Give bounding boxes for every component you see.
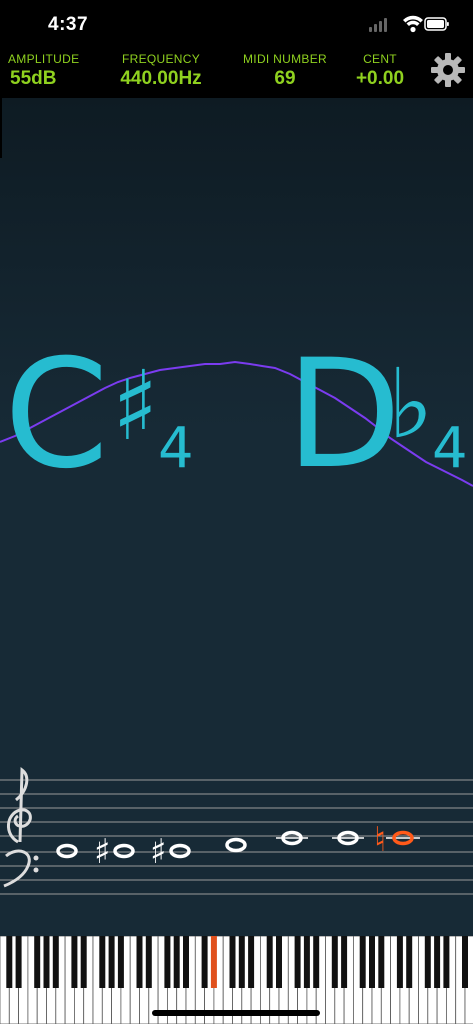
piano-black-key[interactable] (378, 936, 385, 988)
home-indicator (152, 1010, 320, 1016)
status-bar: 4:37 (0, 0, 473, 48)
piano-black-key[interactable] (52, 936, 59, 988)
piano-black-key[interactable] (369, 936, 375, 988)
settings-button[interactable] (430, 52, 466, 88)
piano-black-key[interactable] (183, 936, 189, 988)
primary-note-sharp: ♯ (112, 350, 159, 462)
piano-black-key[interactable] (434, 936, 441, 988)
staff-note (169, 843, 191, 859)
piano-black-key-active[interactable] (210, 936, 217, 988)
piano-black-key[interactable] (117, 936, 124, 988)
piano-black-key[interactable] (303, 936, 310, 988)
midi-label: MIDI NUMBER (243, 52, 327, 66)
piano-black-key[interactable] (6, 936, 13, 988)
secondary-note-letter: D (286, 328, 402, 502)
treble-clef-icon (7, 767, 32, 844)
piano-black-key[interactable] (406, 936, 413, 988)
piano-black-key[interactable] (43, 936, 50, 988)
battery-icon (424, 17, 449, 31)
left-edge (0, 98, 2, 158)
piano-black-key[interactable] (276, 936, 282, 988)
amplitude-label: AMPLITUDE (8, 52, 80, 66)
piano-black-key[interactable] (34, 936, 41, 988)
sharp-icon: ♯ (150, 832, 167, 872)
staff-note (113, 843, 135, 859)
piano-black-key[interactable] (145, 936, 152, 988)
music-staff: ♯ ♯ ♮ (0, 760, 473, 910)
piano-black-key[interactable] (99, 936, 106, 988)
piano-black-key[interactable] (294, 936, 301, 988)
primary-note-octave: 4 (158, 416, 194, 481)
secondary-note-octave: 4 (432, 416, 468, 481)
piano-black-key[interactable] (136, 936, 143, 988)
piano-black-key[interactable] (331, 936, 338, 988)
cent-label: CENT (363, 52, 397, 66)
piano-black-key[interactable] (201, 936, 208, 988)
staff-note (225, 837, 247, 853)
midi-readout: MIDI NUMBER 69 (243, 52, 327, 90)
piano-black-key[interactable] (313, 936, 320, 988)
piano-black-key[interactable] (396, 936, 403, 988)
cent-value: +0.00 (355, 68, 405, 89)
cent-readout: CENT +0.00 (345, 52, 415, 90)
frequency-label: FREQUENCY (121, 52, 201, 66)
primary-note-letter: C (4, 328, 109, 502)
frequency-readout: FREQUENCY 440.00Hz (108, 52, 214, 90)
piano-black-key[interactable] (248, 936, 255, 988)
wifi-icon (403, 15, 423, 33)
piano-black-key[interactable] (359, 936, 366, 988)
piano-black-key[interactable] (238, 936, 245, 988)
tuner-app: 4:37 AMPLITUDE 55dB FREQUENCY 440.00Hz M… (0, 0, 473, 1024)
bass-clef-icon (3, 849, 39, 888)
gear-icon (431, 53, 465, 87)
frequency-value: 440.00Hz (120, 68, 202, 89)
piano-black-key[interactable] (164, 936, 171, 988)
piano-black-key[interactable] (424, 936, 431, 988)
natural-icon: ♮ (374, 820, 387, 860)
piano-black-key[interactable] (108, 936, 115, 988)
piano-black-key[interactable] (229, 936, 236, 988)
primary-note: C (4, 340, 109, 490)
piano-black-key[interactable] (80, 936, 87, 988)
amplitude-value: 55dB (10, 68, 57, 89)
secondary-note: D (286, 340, 402, 490)
signal-icon (369, 18, 387, 32)
piano-black-key[interactable] (443, 936, 450, 988)
readout-header: AMPLITUDE 55dB FREQUENCY 440.00Hz MIDI N… (0, 48, 473, 98)
sharp-icon: ♯ (94, 832, 111, 872)
midi-value: 69 (274, 68, 296, 89)
piano-black-key[interactable] (462, 936, 468, 988)
piano-black-key[interactable] (173, 936, 180, 988)
secondary-note-flat: ♭ (388, 348, 434, 460)
amplitude-readout: AMPLITUDE 55dB (8, 52, 80, 90)
status-icons (369, 14, 449, 39)
piano-black-key[interactable] (71, 936, 78, 988)
piano-black-key[interactable] (266, 936, 273, 988)
staff-note (56, 843, 78, 859)
status-time: 4:37 (48, 14, 89, 35)
piano-black-key[interactable] (15, 936, 22, 988)
piano-black-key[interactable] (341, 936, 348, 988)
